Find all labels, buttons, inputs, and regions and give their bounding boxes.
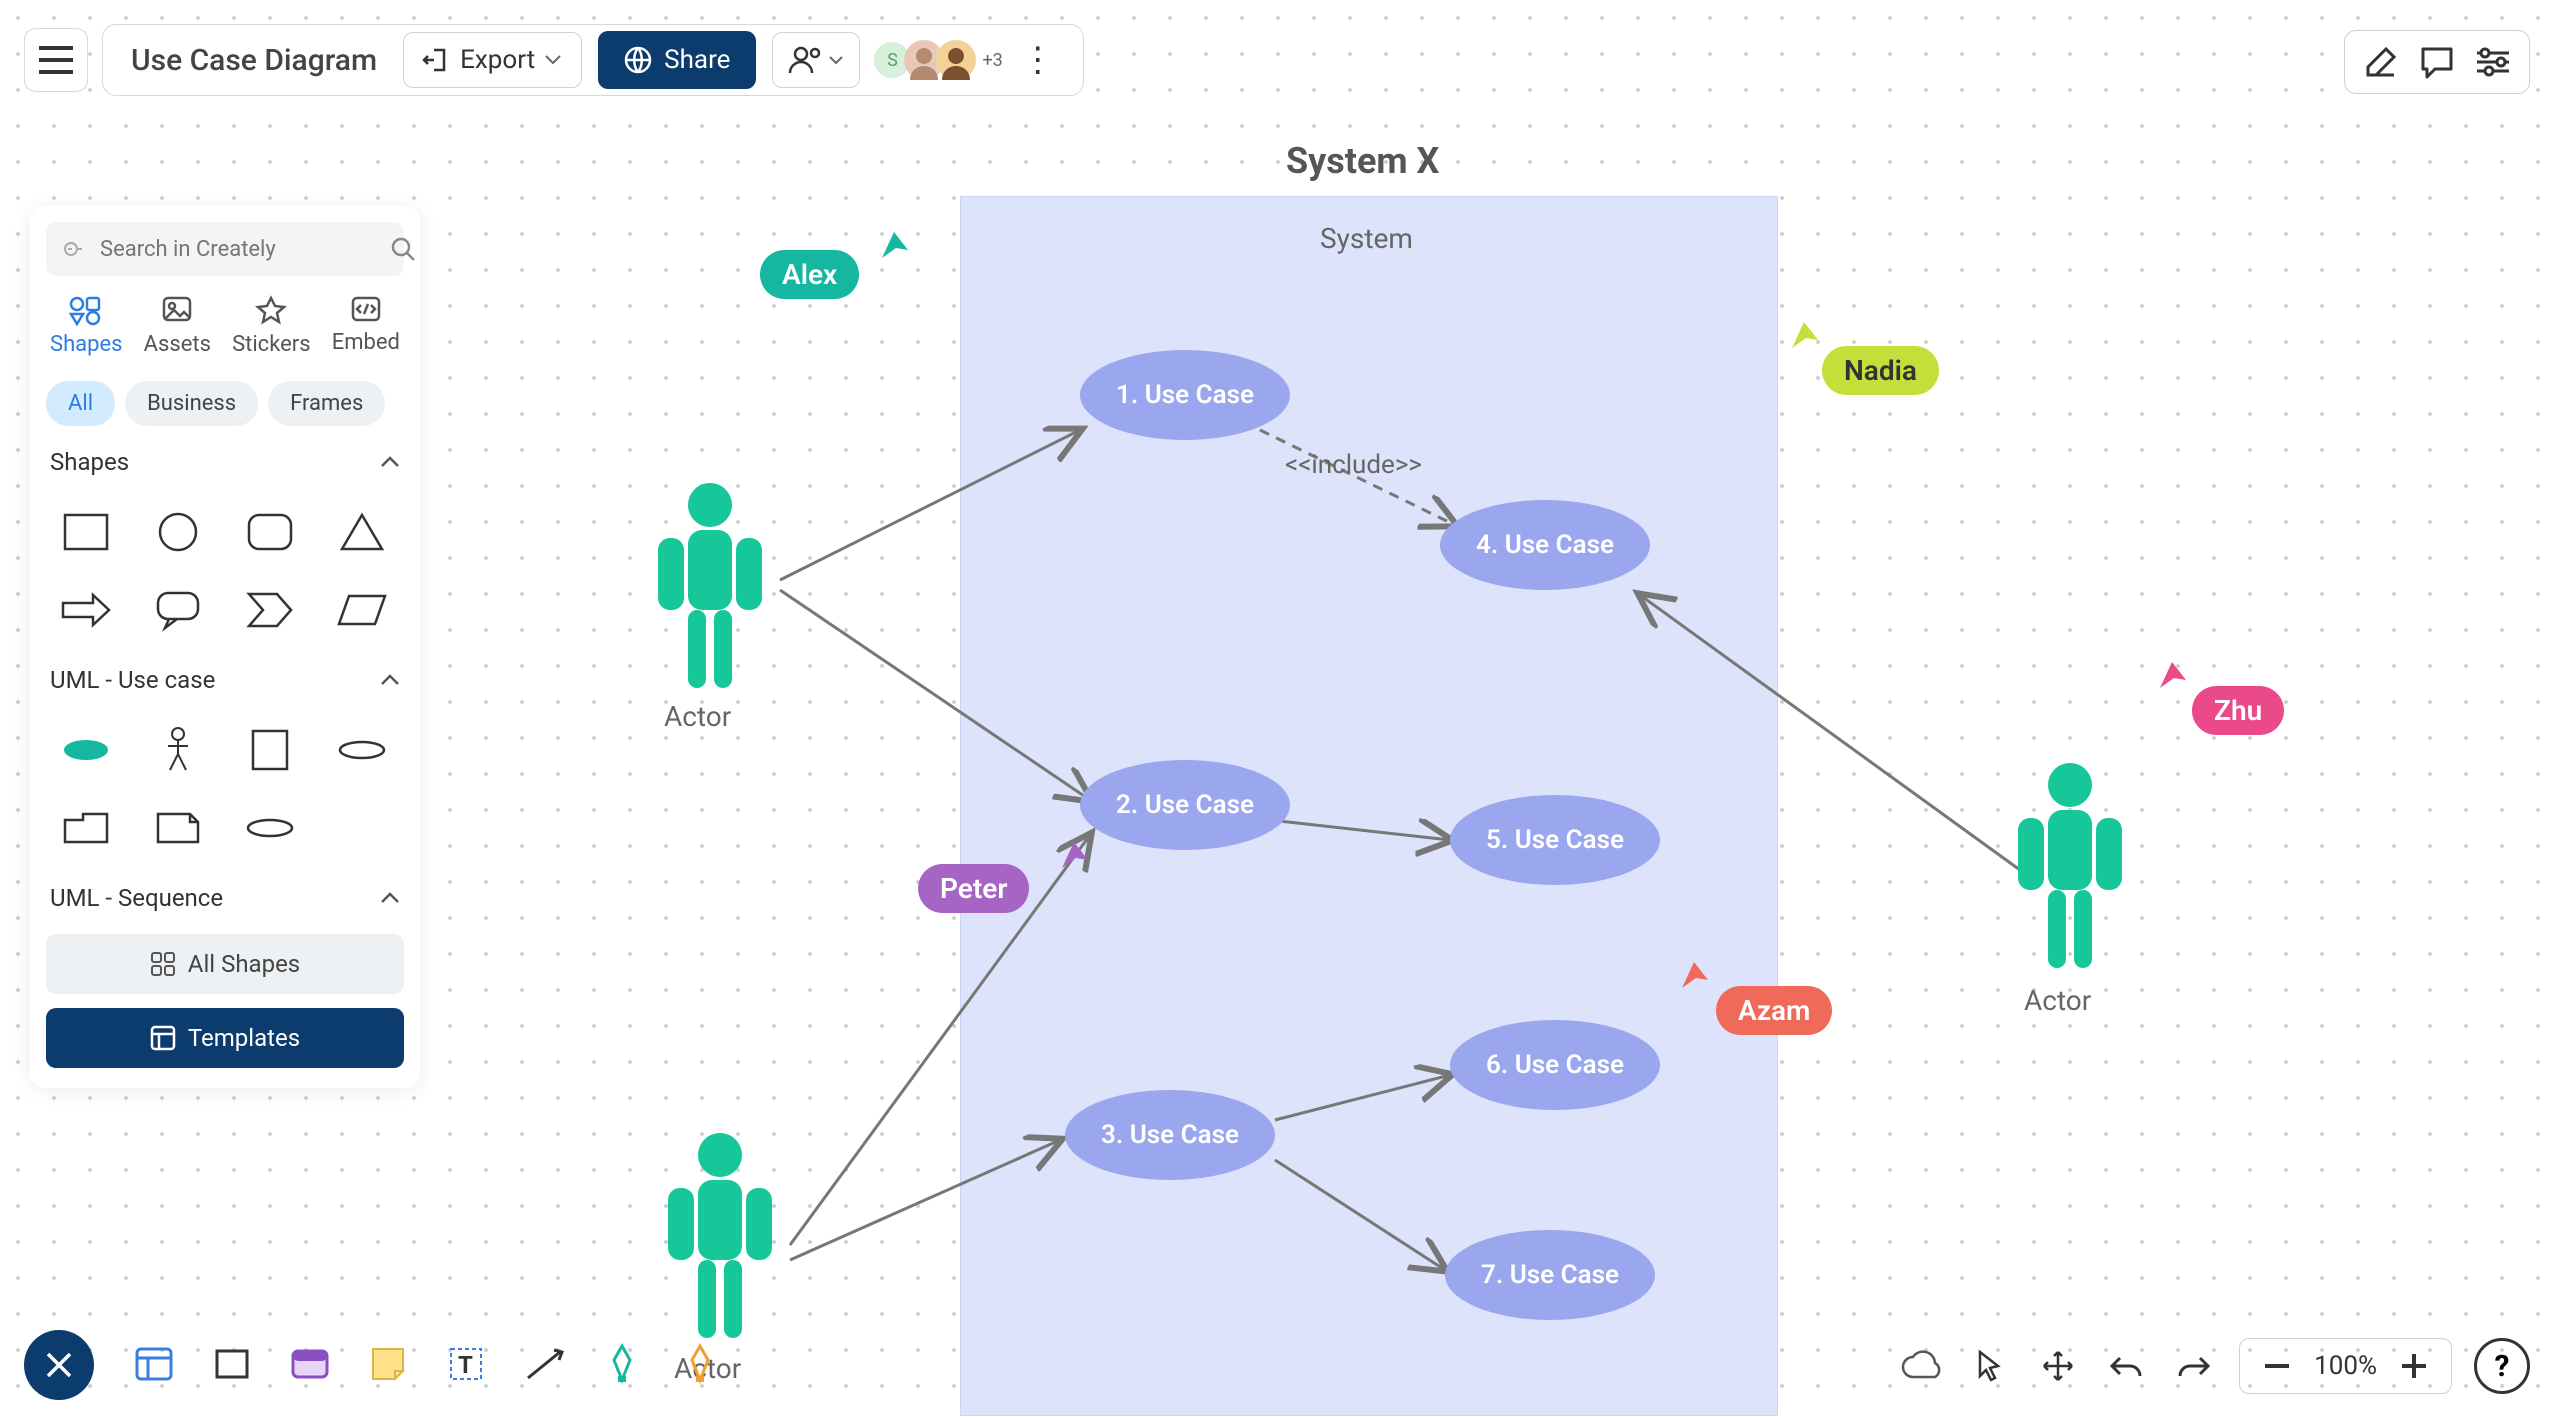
sliders-icon bbox=[2475, 47, 2511, 77]
edit-button[interactable] bbox=[2353, 34, 2409, 90]
uml-usecase-grid bbox=[46, 716, 404, 862]
more-menu[interactable]: ⋮ bbox=[1003, 40, 1073, 80]
chevron-up-icon bbox=[380, 892, 400, 904]
shape-actor-stick[interactable] bbox=[142, 720, 214, 780]
export-button[interactable]: Export bbox=[403, 32, 582, 88]
tab-stickers[interactable]: Stickers bbox=[232, 296, 311, 357]
toolbar-main: Use Case Diagram Export Share S +3 ⋮ bbox=[102, 24, 1084, 96]
bottom-right-controls: 100% ? bbox=[1899, 1338, 2530, 1394]
avatar-more[interactable]: +3 bbox=[982, 50, 1002, 71]
share-button[interactable]: Share bbox=[598, 31, 756, 89]
edit-icon bbox=[2364, 45, 2398, 79]
tool-text[interactable]: T bbox=[442, 1340, 490, 1388]
filter-pills: All Business Frames bbox=[46, 381, 404, 426]
shapes-panel: Shapes Assets Stickers Embed All Busines… bbox=[30, 206, 420, 1088]
shape-ellipse-outline[interactable] bbox=[326, 720, 398, 780]
invite-button[interactable] bbox=[772, 32, 860, 88]
cloud-sync[interactable] bbox=[1899, 1343, 1945, 1389]
chevron-up-icon bbox=[380, 674, 400, 686]
tool-sticky[interactable] bbox=[364, 1340, 412, 1388]
shapes-icon bbox=[69, 296, 103, 324]
shape-boundary-rect[interactable] bbox=[234, 720, 306, 780]
bottom-tools: T bbox=[130, 1340, 724, 1388]
collaborator-avatars[interactable]: S +3 bbox=[880, 40, 1002, 80]
svg-text:T: T bbox=[458, 1351, 473, 1379]
shape-usecase-ellipse[interactable] bbox=[50, 720, 122, 780]
shape-circle[interactable] bbox=[142, 502, 214, 562]
image-icon bbox=[162, 296, 192, 324]
comment-button[interactable] bbox=[2409, 34, 2465, 90]
export-icon bbox=[424, 47, 450, 73]
tool-pen[interactable] bbox=[598, 1340, 646, 1388]
grid-icon bbox=[150, 951, 176, 977]
hamburger-icon bbox=[39, 46, 73, 74]
empty-cell bbox=[326, 798, 398, 858]
star-icon bbox=[256, 296, 286, 324]
filter-all[interactable]: All bbox=[46, 381, 115, 426]
shape-parallelogram[interactable] bbox=[326, 580, 398, 640]
section-uml-sequence[interactable]: UML - Sequence bbox=[46, 876, 404, 920]
tool-frame[interactable] bbox=[130, 1340, 178, 1388]
zoom-controls: 100% bbox=[2239, 1338, 2452, 1394]
people-icon bbox=[789, 45, 823, 75]
shape-callout[interactable] bbox=[142, 580, 214, 640]
section-shapes[interactable]: Shapes bbox=[46, 440, 404, 484]
search-input[interactable] bbox=[100, 237, 378, 262]
basic-shapes-grid bbox=[46, 498, 404, 644]
shape-package[interactable] bbox=[50, 798, 122, 858]
shape-note[interactable] bbox=[142, 798, 214, 858]
tab-assets[interactable]: Assets bbox=[144, 296, 211, 357]
templates-button[interactable]: Templates bbox=[46, 1008, 404, 1068]
tool-card[interactable] bbox=[286, 1340, 334, 1388]
cursor-tool[interactable] bbox=[1967, 1343, 2013, 1389]
chevron-down-icon bbox=[829, 56, 843, 65]
top-toolbar: Use Case Diagram Export Share S +3 ⋮ bbox=[24, 24, 1084, 96]
menu-button[interactable] bbox=[24, 28, 88, 92]
tab-shapes[interactable]: Shapes bbox=[50, 296, 123, 357]
pan-tool[interactable] bbox=[2035, 1343, 2081, 1389]
shape-chevron[interactable] bbox=[234, 580, 306, 640]
shape-triangle[interactable] bbox=[326, 502, 398, 562]
shape-arrow[interactable] bbox=[50, 580, 122, 640]
panel-tabs: Shapes Assets Stickers Embed bbox=[46, 290, 404, 367]
search-box[interactable] bbox=[46, 222, 404, 276]
tool-highlighter[interactable] bbox=[676, 1340, 724, 1388]
help-button[interactable]: ? bbox=[2474, 1338, 2530, 1394]
link-icon bbox=[62, 240, 88, 258]
close-icon bbox=[44, 1350, 74, 1380]
top-right-toolbar bbox=[2344, 30, 2530, 94]
shape-ellipse-outline-2[interactable] bbox=[234, 798, 306, 858]
redo-button[interactable] bbox=[2171, 1343, 2217, 1389]
zoom-level[interactable]: 100% bbox=[2314, 1351, 2377, 1381]
close-panel-fab[interactable] bbox=[24, 1330, 94, 1400]
tool-connector[interactable] bbox=[520, 1340, 568, 1388]
zoom-in[interactable] bbox=[2391, 1343, 2437, 1389]
share-label: Share bbox=[664, 45, 730, 75]
all-shapes-button[interactable]: All Shapes bbox=[46, 934, 404, 994]
settings-button[interactable] bbox=[2465, 34, 2521, 90]
tab-embed[interactable]: Embed bbox=[332, 296, 400, 357]
comment-icon bbox=[2419, 45, 2455, 79]
chevron-up-icon bbox=[380, 456, 400, 468]
shape-rounded[interactable] bbox=[234, 502, 306, 562]
search-icon bbox=[390, 236, 416, 262]
shape-rect[interactable] bbox=[50, 502, 122, 562]
document-title[interactable]: Use Case Diagram bbox=[113, 43, 395, 78]
code-icon bbox=[351, 296, 381, 322]
template-icon bbox=[150, 1025, 176, 1051]
zoom-out[interactable] bbox=[2254, 1343, 2300, 1389]
globe-icon bbox=[624, 46, 652, 74]
export-label: Export bbox=[460, 45, 535, 75]
filter-frames[interactable]: Frames bbox=[268, 381, 385, 426]
undo-button[interactable] bbox=[2103, 1343, 2149, 1389]
avatar-3[interactable] bbox=[936, 40, 976, 80]
tool-rect[interactable] bbox=[208, 1340, 256, 1388]
section-uml-usecase[interactable]: UML - Use case bbox=[46, 658, 404, 702]
chevron-down-icon bbox=[545, 55, 561, 65]
filter-business[interactable]: Business bbox=[125, 381, 258, 426]
